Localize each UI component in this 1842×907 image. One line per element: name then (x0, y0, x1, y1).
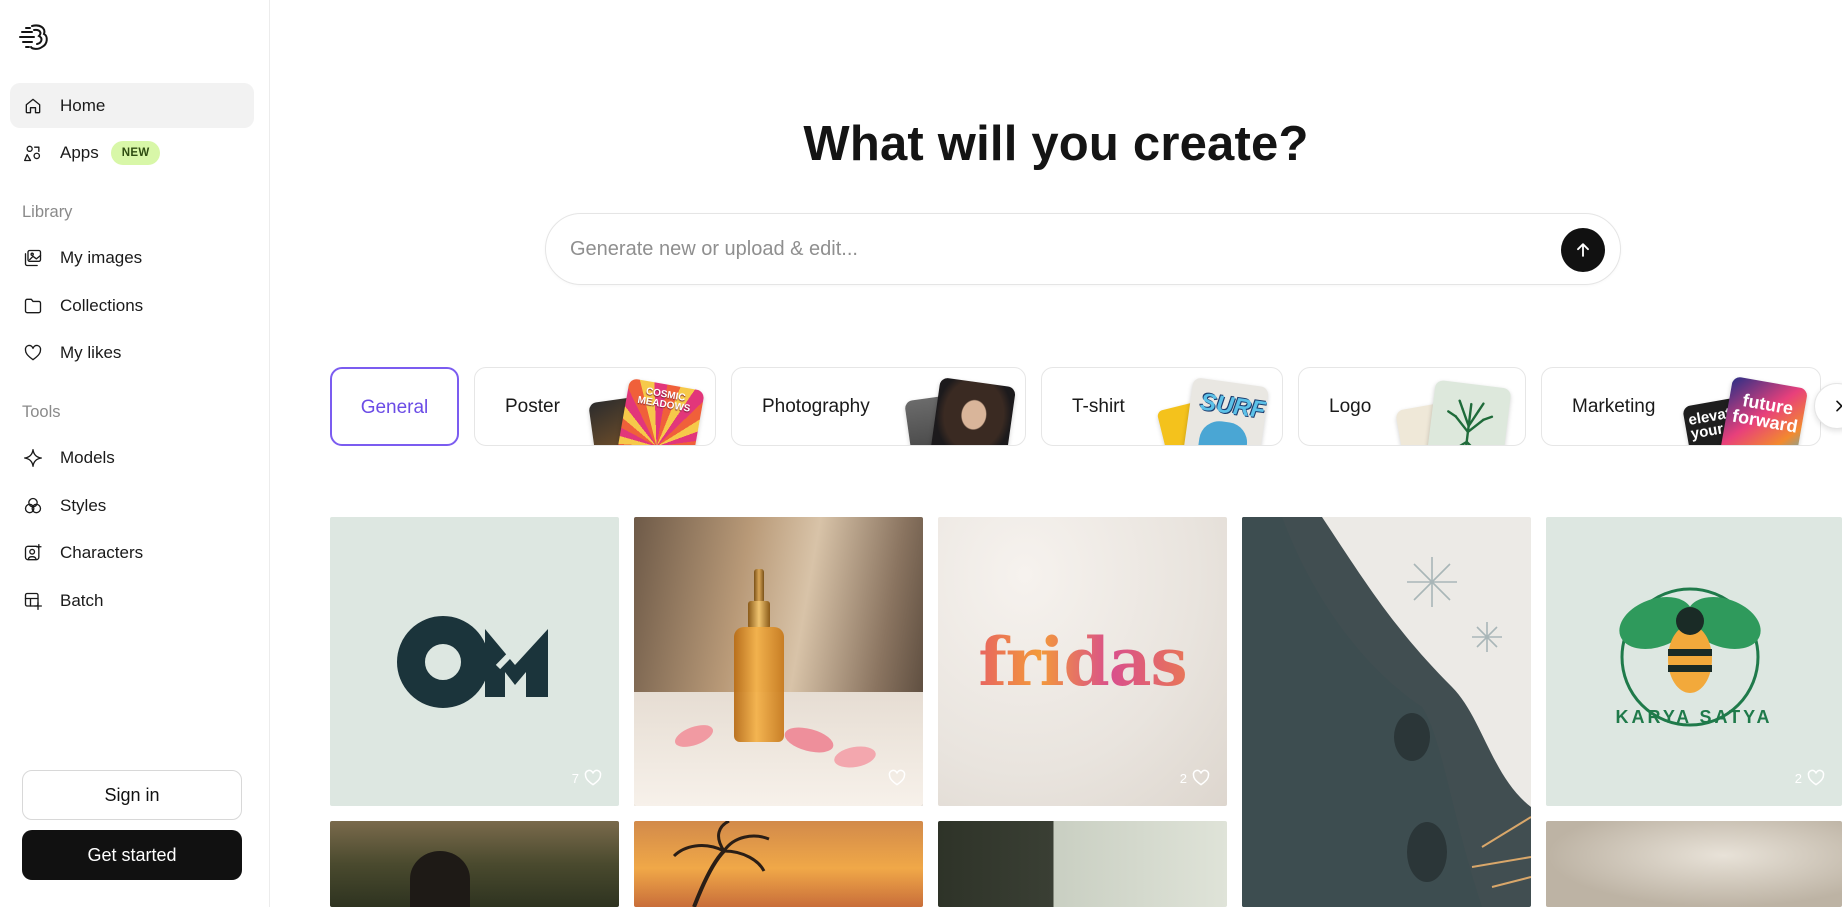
sidebar-item-label: Models (60, 447, 115, 467)
sidebar-item-label: Styles (60, 495, 107, 515)
sidebar-item-home[interactable]: Home (10, 83, 254, 128)
heart-icon (584, 769, 602, 786)
likes-count: 7 (571, 770, 579, 786)
sidebar-item-models[interactable]: Models (10, 435, 254, 480)
illustration-image (1242, 517, 1531, 907)
generate-submit-button[interactable] (1561, 228, 1605, 272)
heart-icon (1807, 769, 1825, 786)
sidebar-item-label: Home (60, 95, 106, 115)
folder-icon (22, 295, 44, 317)
tab-tshirt[interactable]: T-shirt SURF (1041, 367, 1283, 446)
tshirt-thumb-text: SURF (1198, 388, 1268, 425)
logo-thumb-front (1426, 379, 1512, 445)
sidebar-item-styles[interactable]: Styles (10, 483, 254, 528)
marketing-thumb-front: future forward (1719, 375, 1809, 445)
sidebar-item-characters[interactable]: Characters (10, 530, 254, 575)
tshirt-thumbnails: SURF (1152, 377, 1272, 445)
likes-count: 2 (1179, 770, 1187, 786)
arrow-up-icon (1577, 243, 1589, 257)
sidebar-item-apps[interactable]: Apps NEW (10, 130, 254, 175)
tree-logo-icon (1447, 399, 1494, 445)
photography-thumbnails (895, 377, 1017, 445)
likes-count: 2 (1794, 770, 1802, 786)
sidebar-item-label: Batch (60, 590, 104, 610)
likes-counter[interactable]: 2 (1180, 768, 1211, 788)
tab-poster[interactable]: Poster COSMIC MEADOWS (474, 367, 716, 446)
gallery-card[interactable] (330, 821, 619, 907)
sidebar-item-collections[interactable]: Collections (10, 283, 254, 328)
chevron-right-icon (1836, 400, 1842, 412)
tab-general[interactable]: General (330, 367, 459, 446)
sign-in-button[interactable]: Sign in (22, 770, 242, 820)
on-logo-image (397, 616, 548, 708)
tab-photography[interactable]: Photography (731, 367, 1026, 446)
get-started-button[interactable]: Get started (22, 830, 242, 880)
likes-counter[interactable]: 7 (572, 768, 603, 788)
likes-counter[interactable]: 2 (1795, 768, 1826, 788)
figure-silhouette (410, 851, 470, 907)
page-title: What will you create? (803, 117, 1309, 171)
sidebar-item-label: My likes (60, 342, 122, 362)
gallery-card[interactable] (1546, 821, 1842, 907)
images-icon (22, 247, 44, 269)
tab-label: Photography (762, 395, 870, 417)
tab-label: General (360, 396, 429, 418)
heart-icon (888, 769, 906, 786)
bottle-dropper (754, 569, 764, 603)
sidebar-item-label: Collections (60, 295, 144, 315)
poster-thumbnails: COSMIC MEADOWS (585, 377, 705, 445)
library-section-label: Library (22, 203, 73, 221)
likes-counter[interactable] (883, 768, 907, 788)
heart-icon (22, 342, 44, 364)
tools-section-label: Tools (22, 403, 61, 421)
tab-label: Poster (505, 395, 560, 417)
marketing-thumbnails: elevate your future forward (1682, 375, 1809, 445)
sidebar-item-label: My images (60, 247, 143, 267)
tab-marketing[interactable]: Marketing elevate your future forward (1541, 367, 1821, 446)
gallery-card[interactable] (634, 821, 923, 907)
apps-icon (22, 142, 44, 164)
tab-label: Marketing (1572, 395, 1656, 417)
sidebar: Home Apps NEW Library My images Collecti… (0, 0, 270, 907)
fridas-logo-text: fridas (938, 623, 1227, 701)
prompt-bar (545, 213, 1621, 285)
tab-label: T-shirt (1072, 395, 1125, 417)
home-icon (22, 95, 44, 117)
sparkle-icon (22, 447, 44, 469)
sidebar-item-my-likes[interactable]: My likes (10, 330, 254, 375)
gallery-card[interactable]: ON 7 (330, 517, 619, 806)
logo-thumbnails (1395, 379, 1515, 445)
marketing-thumb-text: future forward (1730, 390, 1800, 437)
photo-thumb-front (929, 377, 1017, 445)
batch-icon (22, 590, 44, 612)
bee-logo-image (1619, 587, 1761, 727)
sidebar-item-my-images[interactable]: My images (10, 235, 254, 280)
sidebar-item-batch[interactable]: Batch (10, 578, 254, 623)
styles-icon (22, 495, 44, 517)
new-badge: NEW (110, 140, 161, 165)
gallery-card[interactable]: KARYA SATYA 2 (1546, 517, 1842, 806)
tab-logo[interactable]: Logo (1298, 367, 1526, 446)
sidebar-item-label: Characters (60, 542, 144, 562)
palm-tree-image (672, 821, 770, 907)
bee-logo-text: KARYA SATYA (1615, 707, 1773, 727)
gallery-card[interactable] (634, 517, 923, 806)
poster-thumb-front: COSMIC MEADOWS (617, 377, 705, 445)
gallery-card[interactable] (938, 821, 1227, 907)
poster-thumb-text: COSMIC MEADOWS (636, 386, 692, 415)
heart-icon (1192, 769, 1210, 786)
gallery-card[interactable]: fridas 2 (938, 517, 1227, 806)
app-logo-icon[interactable] (18, 20, 52, 54)
bottle-cap (748, 601, 770, 629)
gallery-card[interactable] (1242, 517, 1531, 907)
prompt-input[interactable] (570, 214, 1470, 284)
tshirt-thumb-front: SURF (1182, 377, 1270, 445)
sidebar-item-label: Apps (60, 142, 99, 162)
character-icon (22, 542, 44, 564)
serum-bottle (734, 627, 784, 742)
tab-label: Logo (1329, 395, 1372, 417)
